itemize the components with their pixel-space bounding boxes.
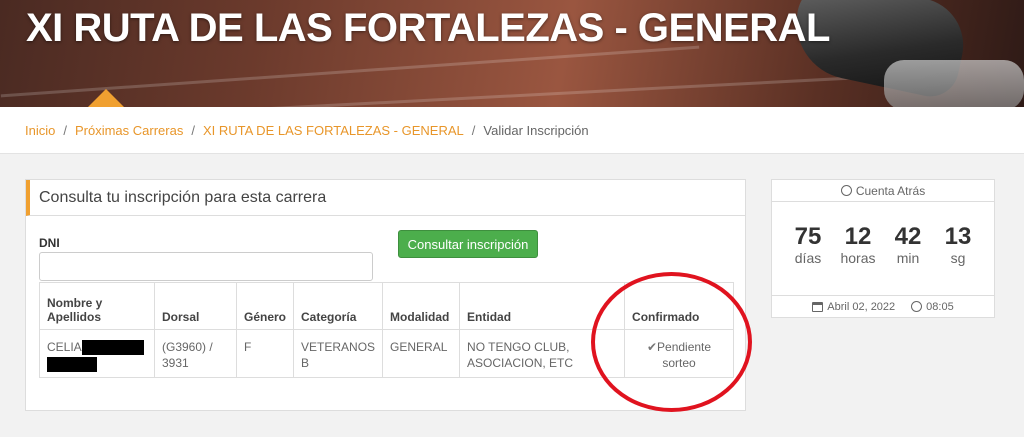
cell-genero: F — [235, 329, 295, 378]
hero-arrow-indicator — [88, 89, 124, 107]
cell-nombre: CELIA — [39, 329, 155, 378]
countdown-title: Cuenta Atrás — [855, 183, 926, 198]
redaction-bar — [81, 340, 144, 356]
cell-modalidad: GENERAL — [382, 329, 461, 378]
breadcrumb-separator: / — [63, 122, 67, 138]
race-date: Abril 02, 2022 — [827, 300, 896, 313]
clock-icon — [911, 301, 923, 312]
page-title: XI RUTA DE LAS FORTALEZAS - GENERAL — [26, 6, 830, 50]
countdown-days: 75 días — [788, 223, 828, 267]
hero-banner: XI RUTA DE LAS FORTALEZAS - GENERAL — [0, 0, 1024, 107]
confirmado-status: Pendiente sorteo — [657, 340, 712, 370]
registration-panel: Consulta tu inscripción para esta carrer… — [25, 179, 746, 411]
dni-label: DNI — [39, 236, 60, 250]
hours-label: horas — [840, 250, 876, 266]
minutes-value: 42 — [894, 223, 922, 250]
minutes-label: min — [896, 250, 920, 266]
days-value: 75 — [794, 223, 822, 250]
countdown-units: 75 días 12 horas 42 min 13 sg — [772, 223, 994, 267]
countdown-seconds: 13 sg — [938, 223, 978, 267]
column-header: Categoría — [293, 282, 384, 330]
breadcrumb-race[interactable]: XI RUTA DE LAS FORTALEZAS - GENERAL — [203, 123, 464, 138]
countdown-minutes: 42 min — [888, 223, 928, 267]
consultar-inscripcion-button[interactable]: Consultar inscripción — [398, 230, 538, 258]
starting-block-image — [884, 60, 1024, 107]
countdown-hours: 12 horas — [838, 223, 878, 267]
cell-entidad: NO TENGO CLUB, ASOCIACION, ETC — [459, 329, 626, 378]
clock-icon — [840, 185, 852, 196]
table-row: CELIA (G3960) / 3931 F VETERANOS B GENER… — [39, 329, 734, 378]
column-header: Entidad — [459, 282, 626, 330]
days-label: días — [794, 250, 822, 266]
hours-value: 12 — [844, 223, 872, 250]
column-header: Nombre y Apellidos — [39, 282, 155, 330]
breadcrumb-current: Validar Inscripción — [483, 122, 589, 138]
panel-title: Consulta tu inscripción para esta carrer… — [26, 180, 745, 216]
dni-input[interactable] — [39, 252, 373, 281]
column-header: Dorsal — [154, 282, 237, 330]
calendar-icon — [812, 301, 824, 312]
countdown-header: Cuenta Atrás — [772, 180, 994, 202]
cell-dorsal: (G3960) / 3931 — [154, 329, 237, 378]
column-header: Confirmado — [624, 282, 734, 330]
breadcrumb-separator: / — [191, 122, 195, 138]
seconds-label: sg — [950, 250, 966, 266]
redaction-bar — [47, 356, 97, 372]
breadcrumb-upcoming-races[interactable]: Próximas Carreras — [75, 123, 183, 138]
seconds-value: 13 — [944, 223, 972, 250]
nombre-text: CELIA — [47, 340, 82, 354]
table-header-row: Nombre y Apellidos Dorsal Género Categor… — [39, 282, 734, 330]
column-header: Modalidad — [382, 282, 461, 330]
registration-table: Nombre y Apellidos Dorsal Género Categor… — [39, 282, 734, 378]
cell-confirmado: ✔Pendiente sorteo — [624, 329, 734, 378]
race-time: 08:05 — [926, 300, 954, 313]
breadcrumb-home[interactable]: Inicio — [25, 123, 55, 138]
countdown-footer: Abril 02, 2022 08:05 — [772, 295, 994, 317]
breadcrumb: Inicio / Próximas Carreras / XI RUTA DE … — [0, 107, 1024, 154]
breadcrumb-separator: / — [471, 122, 476, 138]
cell-categoria: VETERANOS B — [293, 329, 384, 378]
column-header: Género — [235, 282, 295, 330]
check-icon: ✔ — [646, 340, 658, 354]
countdown-panel: Cuenta Atrás 75 días 12 horas 42 min 13 … — [771, 179, 995, 318]
